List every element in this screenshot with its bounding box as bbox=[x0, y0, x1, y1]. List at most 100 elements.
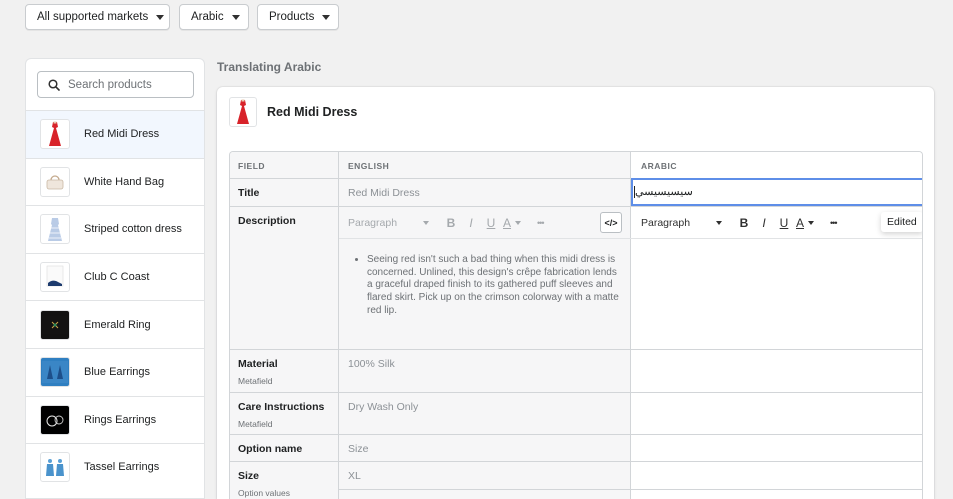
paragraph-select[interactable]: Paragraph bbox=[348, 217, 429, 229]
english-description: Seeing red isn't such a bad thing when t… bbox=[353, 254, 625, 318]
page-heading: Translating Arabic bbox=[217, 60, 322, 74]
markets-dropdown-label: All supported markets bbox=[37, 11, 149, 23]
resource-dropdown[interactable]: Products bbox=[257, 4, 339, 30]
markets-dropdown[interactable]: All supported markets bbox=[25, 4, 170, 30]
table-row-material: Material Metafield 100% Silk bbox=[230, 350, 922, 393]
resource-dropdown-label: Products bbox=[269, 11, 315, 23]
product-item-emerald-ring[interactable]: Emerald Ring bbox=[26, 300, 204, 348]
product-item-label: Striped cotton dress bbox=[84, 223, 182, 236]
arabic-description-editor[interactable] bbox=[631, 239, 922, 350]
translation-card: Red Midi Dress FIELD ENGLISH ARABIC Titl… bbox=[217, 87, 934, 499]
caret-down-icon bbox=[515, 220, 522, 225]
field-label: Material bbox=[238, 358, 278, 370]
text-color-icon: A bbox=[796, 215, 805, 230]
table-row-description: Description Paragraph B I U A ••• </> • … bbox=[230, 207, 922, 350]
bold-button[interactable]: B bbox=[734, 216, 754, 230]
product-item-label: Emerald Ring bbox=[84, 318, 151, 331]
more-options-icon[interactable]: ••• bbox=[830, 218, 838, 228]
card-header: Red Midi Dress bbox=[229, 97, 357, 127]
product-item-tassel-earrings[interactable]: Tassel Earrings bbox=[26, 443, 204, 491]
paragraph-select-label: Paragraph bbox=[641, 216, 691, 229]
field-label: Option name bbox=[238, 443, 303, 455]
paragraph-select[interactable]: Paragraph bbox=[641, 217, 722, 229]
field-label: Title bbox=[238, 187, 260, 199]
caret-down-icon bbox=[716, 220, 722, 225]
text-color-icon: A bbox=[503, 215, 512, 230]
blue-earrings-thumbnail bbox=[40, 357, 70, 388]
table-row-option-name: Option name Size bbox=[230, 435, 922, 462]
arabic-editor-toolbar: Paragraph B I U A ••• bbox=[641, 207, 838, 238]
english-cell: Red Midi Dress bbox=[339, 179, 631, 206]
field-cell: Size Option values bbox=[230, 462, 339, 499]
arabic-title-input[interactable]: سيسيسيسي bbox=[631, 178, 922, 206]
product-list: Red Midi Dress White Hand Bag Striped co… bbox=[26, 110, 204, 491]
english-description-text: Seeing red isn't such a bad thing when t… bbox=[367, 254, 625, 318]
caret-down-icon bbox=[231, 14, 240, 20]
search-input[interactable]: Search products bbox=[37, 71, 194, 98]
arabic-size-input[interactable] bbox=[631, 462, 922, 499]
arabic-cell: Paragraph B I U A ••• Edited bbox=[631, 207, 922, 350]
toolbar-divider bbox=[339, 238, 631, 239]
filter-bar: All supported markets Arabic Products bbox=[0, 0, 953, 38]
paragraph-select-label: Paragraph bbox=[348, 216, 398, 229]
product-item-label: Blue Earrings bbox=[84, 366, 151, 379]
product-item-red-midi-dress[interactable]: Red Midi Dress bbox=[26, 110, 204, 158]
field-label: Description bbox=[238, 215, 296, 227]
product-item-club-c-coast[interactable]: Club C Coast bbox=[26, 252, 204, 301]
rings-earrings-thumbnail bbox=[40, 404, 70, 435]
bold-button[interactable]: B bbox=[441, 216, 461, 230]
underline-button[interactable]: U bbox=[481, 216, 501, 230]
caret-down-icon bbox=[808, 220, 815, 225]
english-value: XL bbox=[348, 470, 361, 482]
search-placeholder: Search products bbox=[68, 78, 152, 91]
striped-dress-thumbnail bbox=[40, 214, 70, 245]
arabic-material-input[interactable] bbox=[631, 350, 922, 392]
product-title: Red Midi Dress bbox=[267, 105, 358, 119]
emerald-ring-thumbnail bbox=[40, 309, 70, 340]
english-value: Dry Wash Only bbox=[348, 401, 419, 413]
product-item-label: White Hand Bag bbox=[84, 175, 165, 188]
hand-bag-thumbnail bbox=[40, 166, 70, 197]
caret-down-icon bbox=[322, 14, 331, 20]
field-cell: Description bbox=[230, 207, 339, 349]
tassel-earrings-thumbnail bbox=[40, 452, 70, 483]
html-code-button[interactable]: </> bbox=[600, 212, 622, 233]
field-label: Size bbox=[238, 470, 260, 482]
product-item-label: Rings Earrings bbox=[84, 413, 157, 426]
arabic-title-value: سيسيسيسي bbox=[635, 186, 693, 198]
arabic-care-input[interactable] bbox=[631, 393, 922, 434]
more-options-icon[interactable]: ••• bbox=[537, 218, 545, 228]
product-item-label: Tassel Earrings bbox=[84, 461, 160, 474]
product-item-rings-earrings[interactable]: Rings Earrings bbox=[26, 395, 204, 444]
italic-button[interactable]: I bbox=[461, 216, 481, 230]
product-item-blue-earrings[interactable]: Blue Earrings bbox=[26, 347, 204, 396]
red-dress-thumbnail bbox=[229, 97, 257, 127]
edited-badge: Edited bbox=[881, 212, 922, 232]
product-item-white-hand-bag[interactable]: White Hand Bag bbox=[26, 157, 204, 206]
italic-button[interactable]: I bbox=[754, 216, 774, 230]
text-color-button[interactable]: A bbox=[503, 215, 522, 230]
underline-button[interactable]: U bbox=[774, 216, 794, 230]
product-item-striped-cotton-dress[interactable]: Striped cotton dress bbox=[26, 205, 204, 253]
field-sublabel: Metafield bbox=[238, 419, 273, 429]
arabic-option-name-input[interactable] bbox=[631, 435, 922, 461]
table-row-care-instructions: Care Instructions Metafield Dry Wash Onl… bbox=[230, 393, 922, 435]
text-color-button[interactable]: A bbox=[796, 215, 815, 230]
red-dress-thumbnail bbox=[40, 119, 70, 150]
english-value: Size bbox=[348, 443, 369, 455]
language-dropdown[interactable]: Arabic bbox=[179, 4, 249, 30]
field-sublabel: Metafield bbox=[238, 376, 273, 386]
caret-down-icon bbox=[156, 14, 165, 20]
product-item-label: Club C Coast bbox=[84, 271, 150, 284]
table-row-title: Title Red Midi Dress سيسيسيسي bbox=[230, 178, 922, 207]
translation-table: FIELD ENGLISH ARABIC Title Red Midi Dres… bbox=[229, 151, 923, 499]
english-cell: Paragraph B I U A ••• </> Seeing red isn… bbox=[339, 207, 631, 349]
product-item-label: Red Midi Dress bbox=[84, 128, 160, 141]
language-dropdown-label: Arabic bbox=[191, 11, 224, 23]
field-cell: Care Instructions Metafield bbox=[230, 393, 339, 434]
arabic-cell: سيسيسيسي bbox=[631, 178, 922, 206]
product-list-panel: Search products Red Midi Dress White Han… bbox=[25, 58, 205, 499]
header-arabic: ARABIC bbox=[631, 152, 922, 178]
english-cell: XL bbox=[339, 462, 631, 499]
search-icon bbox=[48, 78, 60, 91]
